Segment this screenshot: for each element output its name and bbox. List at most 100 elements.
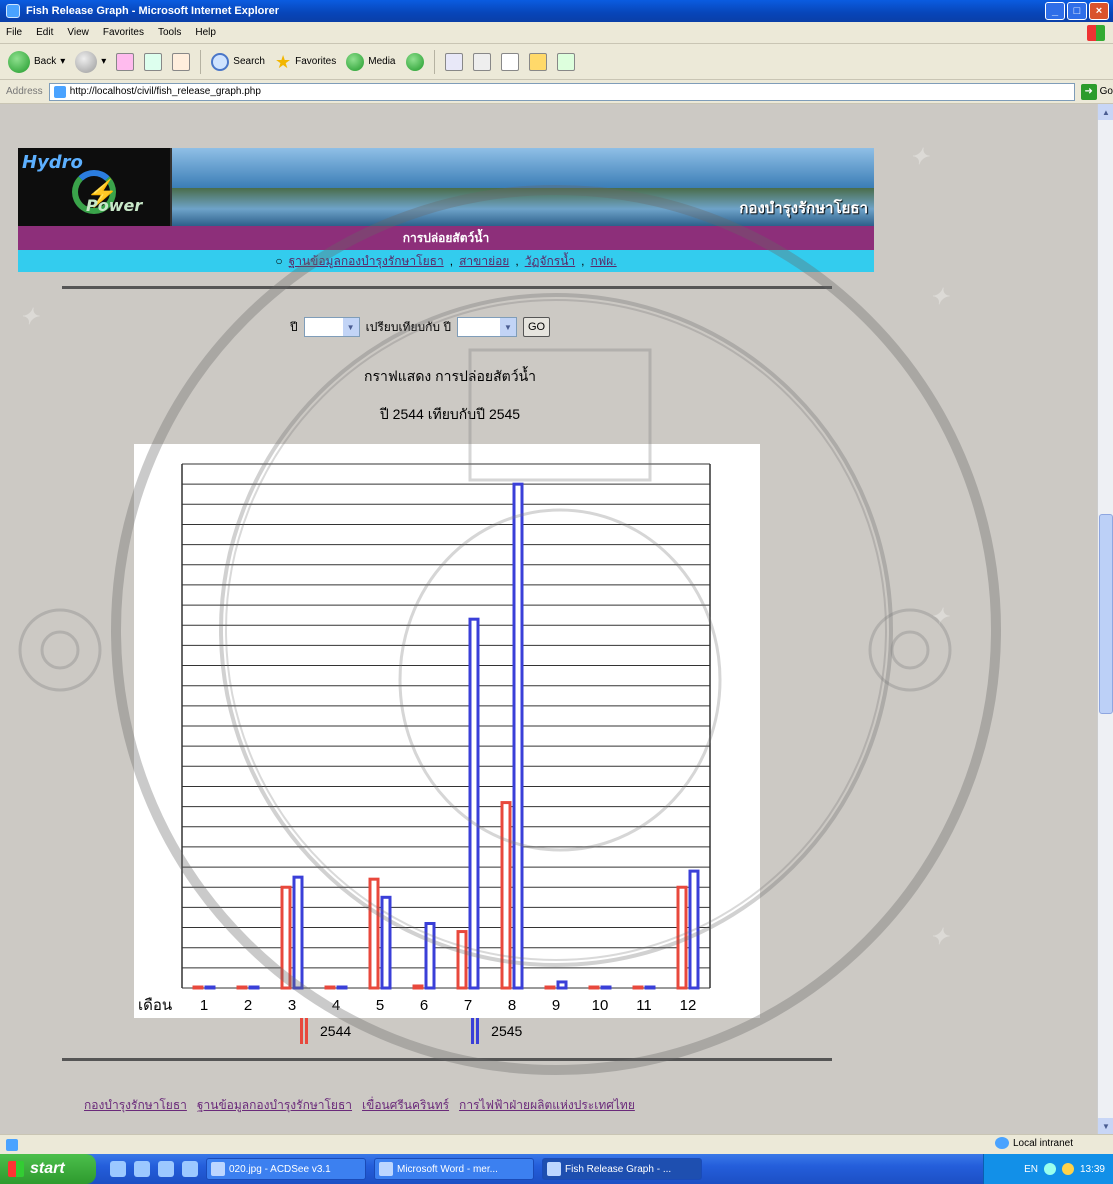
back-button[interactable]: Back ▾: [8, 50, 65, 73]
refresh-icon[interactable]: [144, 52, 163, 71]
background-logo-icon: ✦: [910, 144, 929, 169]
fish-release-chart: เดือน 1 2 3 4 5 6 7 8 9 10 11 12: [134, 444, 760, 1018]
compare-label: เปรียบเทียบกับ ปี: [365, 319, 451, 334]
bar-2545-11: [644, 985, 656, 990]
scroll-up-icon[interactable]: ▲: [1098, 104, 1113, 120]
favorites-button[interactable]: ★ Favorites: [275, 53, 336, 71]
footer-link-egat[interactable]: การไฟฟ้าฝ่ายผลิตแห่งประเทศไทย: [459, 1096, 635, 1115]
x-tick-label: 5: [376, 997, 384, 1014]
scroll-down-icon[interactable]: ▼: [1098, 1118, 1113, 1134]
history-icon[interactable]: [405, 52, 424, 71]
toolbar-separator: [200, 49, 202, 74]
quick-launch-icon[interactable]: [158, 1161, 174, 1177]
stop-icon[interactable]: [116, 52, 135, 71]
go-submit-button[interactable]: GO: [522, 317, 551, 337]
bar-2545-1: [204, 985, 216, 990]
minimize-button[interactable]: _: [1045, 2, 1065, 20]
x-tick-label: 7: [464, 997, 472, 1014]
year-compare-form: ปี ▼ เปรียบเทียบกับ ปี ▼ GO: [290, 317, 551, 337]
home-icon[interactable]: [172, 52, 191, 71]
menu-view[interactable]: View: [67, 27, 89, 38]
menu-file[interactable]: File: [6, 27, 22, 38]
footer-link-database[interactable]: ฐานข้อมูลกองบำรุงรักษาโยธา: [197, 1096, 352, 1115]
year-select[interactable]: ▼: [303, 317, 360, 337]
x-tick-label: 4: [332, 997, 340, 1014]
edit-icon[interactable]: [500, 52, 519, 71]
toolbar: Back ▾ ▾ Search ★ Favorites Media: [0, 44, 1113, 80]
acdsee-icon: [211, 1162, 225, 1176]
nav-link-branch[interactable]: สาขาย่อย: [459, 252, 509, 271]
menu-favorites[interactable]: Favorites: [103, 27, 144, 38]
legend-swatch-2545: [471, 1018, 480, 1044]
bar-2544-1: [192, 985, 204, 990]
nav-link-database[interactable]: ฐานข้อมูลกองบำรุงรักษาโยธา: [289, 252, 444, 271]
divider-bottom: [62, 1058, 832, 1061]
nav-link-cycle[interactable]: วัฏจักรน้ำ: [525, 252, 575, 271]
bullet-icon: ○: [275, 254, 283, 268]
folder-icon[interactable]: [528, 52, 547, 71]
x-tick-label: 2: [244, 997, 252, 1014]
messenger-tray-icon[interactable]: [1061, 1163, 1074, 1175]
x-tick-label: 9: [552, 997, 560, 1014]
menu-tools[interactable]: Tools: [158, 27, 181, 38]
x-tick-label: 10: [592, 997, 609, 1014]
media-icon: [346, 52, 365, 71]
zone-label: Local intranet: [1012, 1137, 1073, 1149]
bar-2545-4: [336, 985, 348, 990]
messenger-icon[interactable]: [556, 52, 575, 71]
compare-year-select[interactable]: ▼: [456, 317, 517, 337]
bar-2545-8: [512, 482, 524, 990]
search-icon: [211, 52, 230, 71]
bar-2544-8: [500, 801, 512, 990]
word-icon: [379, 1162, 393, 1176]
footer-link-dam[interactable]: เขื่อนศรีนครินทร์: [362, 1096, 449, 1115]
intranet-icon: [994, 1137, 1009, 1149]
quick-launch-icon[interactable]: [134, 1161, 150, 1177]
quick-launch-icon[interactable]: [110, 1161, 126, 1177]
chart-heading: กราฟแสดง การปล่อยสัตว์น้ำ: [363, 368, 537, 384]
security-zone: Local intranet: [994, 1137, 1073, 1149]
menu-help[interactable]: Help: [195, 27, 216, 38]
menu-edit[interactable]: Edit: [36, 27, 53, 38]
bar-2544-9: [544, 985, 556, 990]
nav-link-egat[interactable]: กฟผ.: [591, 252, 617, 271]
vertical-scrollbar[interactable]: ▲ ▼: [1097, 104, 1113, 1134]
task-acdsee[interactable]: 020.jpg - ACDSee v3.1: [206, 1158, 366, 1180]
nav-bar: ○ ฐานข้อมูลกองบำรุงรักษาโยธา, สาขาย่อย, …: [18, 250, 874, 272]
maximize-button[interactable]: □: [1067, 2, 1087, 20]
x-tick-label: 6: [420, 997, 428, 1014]
language-indicator[interactable]: EN: [1024, 1164, 1038, 1175]
chart-subheading: ปี 2544 เทียบกับปี 2545: [379, 406, 521, 422]
task-ie[interactable]: Fish Release Graph - ...: [542, 1158, 702, 1180]
print-icon[interactable]: [472, 52, 491, 71]
legend-swatch-2544: [300, 1018, 308, 1044]
back-arrow-icon: [8, 50, 30, 73]
scroll-thumb[interactable]: [1099, 514, 1113, 714]
bar-2544-5: [368, 877, 380, 990]
bar-2544-2: [236, 985, 248, 990]
address-input[interactable]: http://localhost/civil/fish_release_grap…: [48, 82, 1075, 101]
go-button[interactable]: ➜ Go: [1080, 83, 1113, 100]
task-word[interactable]: Microsoft Word - mer...: [374, 1158, 534, 1180]
search-button[interactable]: Search: [211, 52, 265, 71]
media-button[interactable]: Media: [346, 52, 396, 71]
mail-icon[interactable]: [444, 52, 463, 71]
background-logo-icon: ✦: [930, 604, 949, 629]
x-tick-label: 8: [508, 997, 516, 1014]
bar-2544-11: [632, 985, 644, 990]
bar-2545-7: [468, 617, 480, 990]
system-tray: EN 13:39: [983, 1154, 1113, 1184]
forward-arrow-icon: [75, 50, 98, 73]
hydro-power-logo: ⚡ Hydro Power: [18, 148, 172, 226]
start-button[interactable]: start: [0, 1154, 96, 1184]
chevron-down-icon: ▼: [499, 318, 516, 336]
quick-launch-icon[interactable]: [182, 1161, 198, 1177]
chart-legend: 2544 2545: [300, 1018, 522, 1044]
close-button[interactable]: ×: [1089, 2, 1109, 20]
site-banner: ⚡ Hydro Power กองบำรุงรักษาโยธา: [18, 148, 874, 226]
footer-link-division[interactable]: กองบำรุงรักษาโยธา: [84, 1096, 187, 1115]
bar-2544-12: [676, 885, 688, 990]
network-icon[interactable]: [1043, 1163, 1056, 1175]
forward-button[interactable]: ▾: [75, 50, 106, 73]
bar-2545-2: [248, 985, 260, 990]
